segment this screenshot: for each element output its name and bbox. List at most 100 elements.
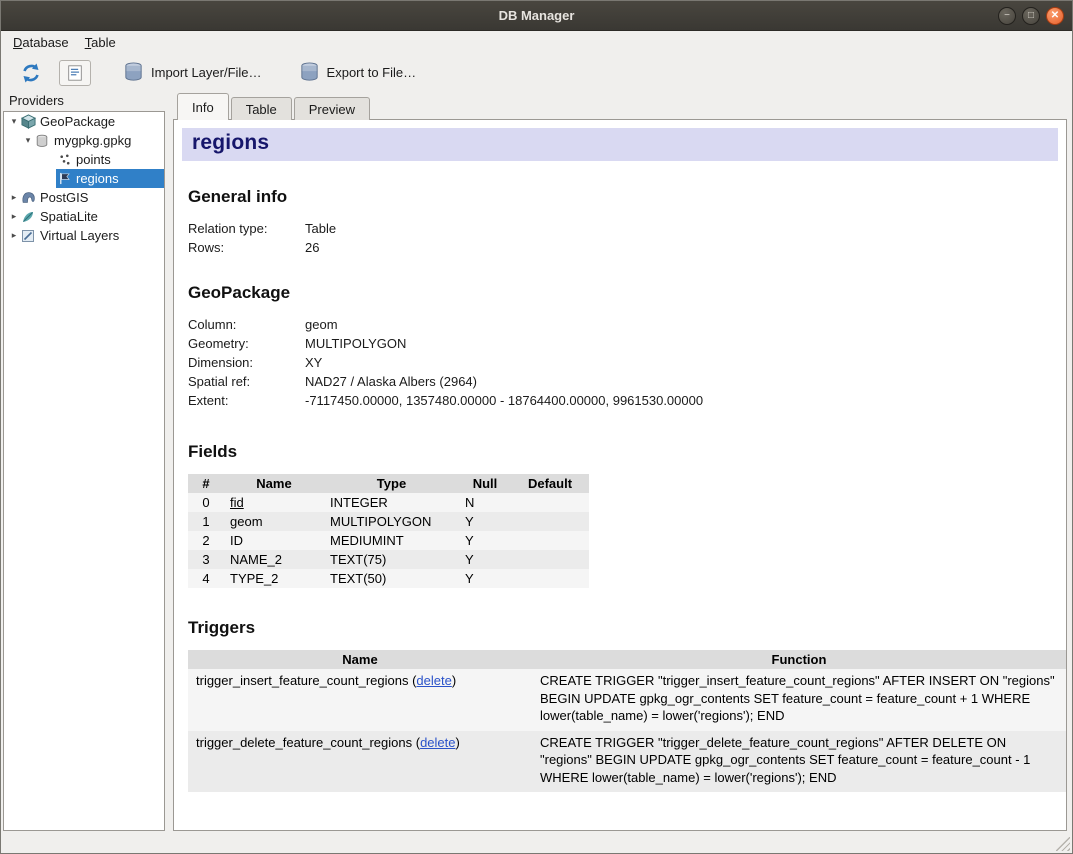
- tree-item-mygpkg[interactable]: ▾ mygpkg.gpkg: [4, 131, 164, 150]
- tree-item-postgis[interactable]: ▸ PostGIS: [4, 188, 164, 207]
- menu-table[interactable]: Table: [77, 33, 124, 52]
- kv-value: 26: [305, 238, 1060, 257]
- cell-trigger-function: CREATE TRIGGER "trigger_insert_feature_c…: [532, 669, 1066, 731]
- collapse-arrow-icon[interactable]: ▸: [8, 211, 20, 222]
- tree-item-virtual-layers[interactable]: ▸ Virtual Layers: [4, 226, 164, 245]
- cell-trigger-function: CREATE TRIGGER "trigger_delete_feature_c…: [532, 731, 1066, 793]
- tree-item-label: mygpkg.gpkg: [54, 133, 131, 148]
- tab-table[interactable]: Table: [231, 97, 292, 120]
- tree-item-label: GeoPackage: [40, 114, 115, 129]
- kv-label: Geometry:: [188, 334, 305, 353]
- kv-label: Relation type:: [188, 219, 305, 238]
- cell-num: 1: [188, 512, 224, 531]
- table-row: trigger_delete_feature_count_regions (de…: [188, 731, 1066, 793]
- table-row: 0 fid INTEGER N: [188, 493, 589, 512]
- tree-item-label: regions: [76, 171, 119, 186]
- kv-value: NAD27 / Alaska Albers (2964): [305, 372, 1060, 391]
- kv-value: geom: [305, 315, 1060, 334]
- import-database-icon: [122, 61, 145, 84]
- sql-window-icon: [66, 64, 84, 82]
- window-title: DB Manager: [1, 1, 1072, 31]
- kv-label: Dimension:: [188, 353, 305, 372]
- export-database-icon: [298, 61, 321, 84]
- tree-item-spatialite[interactable]: ▸ SpatiaLite: [4, 207, 164, 226]
- kv-value: XY: [305, 353, 1060, 372]
- maximize-button[interactable]: □: [1022, 7, 1040, 25]
- database-file-icon: [34, 133, 50, 149]
- menu-database[interactable]: Database: [5, 33, 77, 52]
- providers-tree: ▾ GeoPackage ▾ mygpkg.gpkg: [3, 111, 165, 831]
- postgis-elephant-icon: [20, 190, 36, 206]
- general-info-list: Relation type: Table Rows: 26: [188, 219, 1060, 257]
- minimize-button[interactable]: −: [998, 7, 1016, 25]
- cell-null: Y: [459, 569, 511, 588]
- tree-item-label: PostGIS: [40, 190, 88, 205]
- col-header-default: Default: [511, 474, 589, 493]
- cell-name: geom: [224, 512, 324, 531]
- kv-label: Rows:: [188, 238, 305, 257]
- kv-label: Spatial ref:: [188, 372, 305, 391]
- cell-type: TEXT(50): [324, 569, 459, 588]
- resize-grip[interactable]: [1056, 837, 1070, 851]
- tab-info[interactable]: Info: [177, 93, 229, 120]
- col-header-trigger-function: Function: [532, 650, 1066, 669]
- geopackage-heading: GeoPackage: [188, 283, 1060, 303]
- points-layer-icon: [56, 152, 72, 168]
- kv-label: Extent:: [188, 391, 305, 410]
- tree-item-points[interactable]: points: [4, 150, 164, 169]
- col-header-num: #: [188, 474, 224, 493]
- kv-row: Relation type: Table: [188, 219, 1060, 238]
- trigger-name-text: trigger_insert_feature_count_regions: [196, 673, 408, 688]
- expand-arrow-icon[interactable]: ▾: [22, 135, 34, 146]
- geopackage-info-list: Column: geom Geometry: MULTIPOLYGON Dime…: [188, 315, 1060, 410]
- col-header-trigger-name: Name: [188, 650, 532, 669]
- collapse-arrow-icon[interactable]: ▸: [8, 192, 20, 203]
- collapse-arrow-icon[interactable]: ▸: [8, 230, 20, 241]
- regions-layer-icon: [56, 171, 72, 187]
- geopackage-icon: [20, 114, 36, 130]
- cell-num: 3: [188, 550, 224, 569]
- fields-header-row: # Name Type Null Default: [188, 474, 589, 493]
- tree-item-label: Virtual Layers: [40, 228, 119, 243]
- kv-value: MULTIPOLYGON: [305, 334, 1060, 353]
- cell-num: 2: [188, 531, 224, 550]
- kv-row: Geometry: MULTIPOLYGON: [188, 334, 1060, 353]
- table-row: 1 geom MULTIPOLYGON Y: [188, 512, 589, 531]
- table-row: trigger_insert_feature_count_regions (de…: [188, 669, 1066, 731]
- refresh-icon: [20, 62, 42, 84]
- expand-arrow-icon[interactable]: ▾: [8, 116, 20, 127]
- kv-row: Rows: 26: [188, 238, 1060, 257]
- triggers-heading: Triggers: [188, 618, 1060, 638]
- sql-window-button[interactable]: [59, 60, 91, 86]
- cell-type: MULTIPOLYGON: [324, 512, 459, 531]
- kv-row: Extent: -7117450.00000, 1357480.00000 - …: [188, 391, 1060, 410]
- toolbar: Import Layer/File… Export to File…: [1, 54, 1072, 91]
- db-manager-window: DB Manager − □ ✕ Database Table: [0, 0, 1073, 854]
- delete-trigger-link[interactable]: delete: [416, 673, 451, 688]
- cell-trigger-name: trigger_insert_feature_count_regions (de…: [188, 669, 532, 731]
- col-header-name: Name: [224, 474, 324, 493]
- tree-item-regions[interactable]: regions: [4, 169, 164, 188]
- cell-default: [511, 531, 589, 550]
- cell-null: Y: [459, 512, 511, 531]
- tab-preview[interactable]: Preview: [294, 97, 370, 120]
- close-button[interactable]: ✕: [1046, 7, 1064, 25]
- tree-item-label: points: [76, 152, 111, 167]
- fields-heading: Fields: [188, 442, 1060, 462]
- export-file-button[interactable]: Export to File…: [291, 57, 424, 88]
- import-layer-button[interactable]: Import Layer/File…: [115, 57, 269, 88]
- cell-null: N: [459, 493, 511, 512]
- kv-value: -7117450.00000, 1357480.00000 - 18764400…: [305, 391, 1060, 410]
- cell-null: Y: [459, 550, 511, 569]
- cell-default: [511, 493, 589, 512]
- cell-name: TYPE_2: [224, 569, 324, 588]
- cell-num: 0: [188, 493, 224, 512]
- virtual-layers-icon: [20, 228, 36, 244]
- tree-item-geopackage[interactable]: ▾ GeoPackage: [4, 112, 164, 131]
- cell-default: [511, 550, 589, 569]
- table-row: 4 TYPE_2 TEXT(50) Y: [188, 569, 589, 588]
- cell-trigger-name: trigger_delete_feature_count_regions (de…: [188, 731, 532, 793]
- tree-item-label: SpatiaLite: [40, 209, 98, 224]
- refresh-button[interactable]: [13, 58, 49, 88]
- delete-trigger-link[interactable]: delete: [420, 735, 455, 750]
